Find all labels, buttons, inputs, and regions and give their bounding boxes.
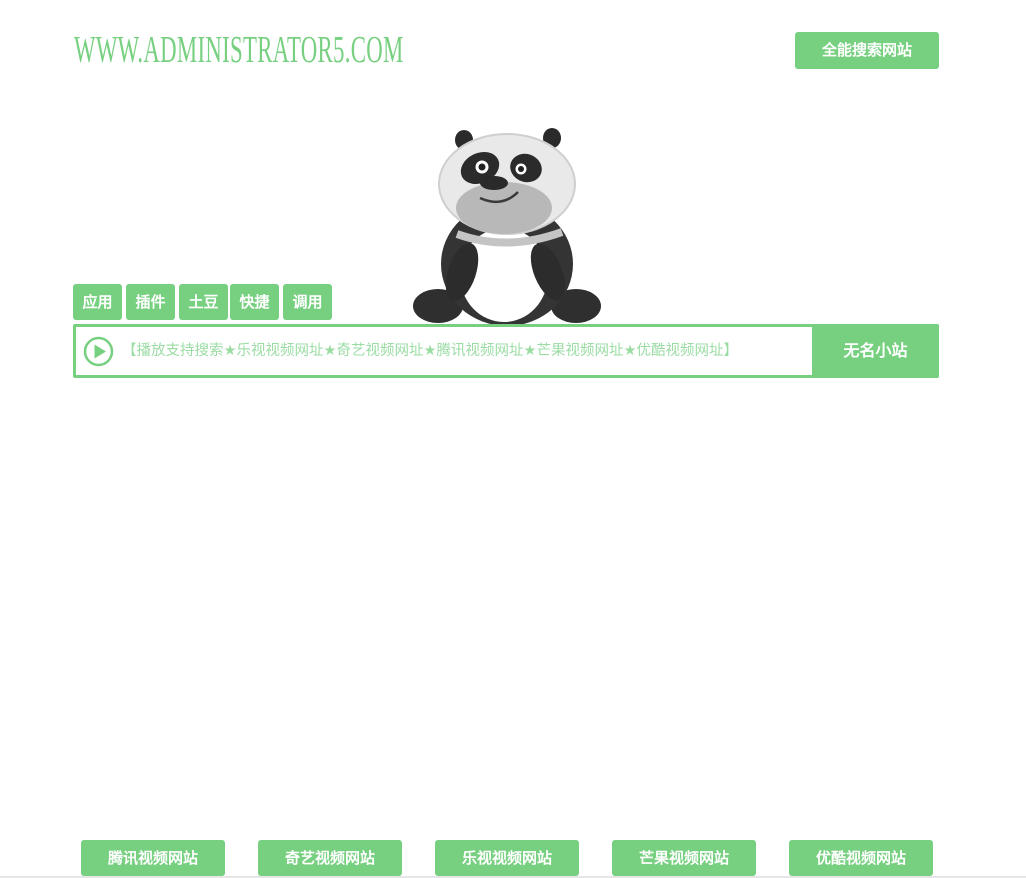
- tab-shortcuts[interactable]: 快捷: [230, 284, 279, 320]
- tab-plugins[interactable]: 插件: [126, 284, 175, 320]
- search-field-container: [76, 327, 812, 375]
- search-bar: 无名小站: [73, 324, 939, 378]
- panda-mascot-icon: [413, 128, 601, 326]
- youku-video-link[interactable]: 优酷视频网站: [789, 840, 933, 876]
- mango-video-link[interactable]: 芒果视频网站: [612, 840, 756, 876]
- search-submit-button[interactable]: 无名小站: [812, 324, 939, 378]
- tab-embed[interactable]: 调用: [283, 284, 332, 320]
- iqiyi-video-link[interactable]: 奇艺视频网站: [258, 840, 402, 876]
- tab-apps[interactable]: 应用: [73, 284, 122, 320]
- video-url-search-input[interactable]: [122, 327, 802, 375]
- tencent-video-link[interactable]: 腾讯视频网站: [81, 840, 225, 876]
- letv-video-link[interactable]: 乐视视频网站: [435, 840, 579, 876]
- search-all-sites-button[interactable]: 全能搜索网站: [795, 32, 939, 69]
- tab-tudou[interactable]: 土豆: [179, 284, 228, 320]
- site-logo[interactable]: WWW.ADMINISTRATOR5.COM: [74, 26, 404, 74]
- play-circle-icon: [83, 336, 114, 367]
